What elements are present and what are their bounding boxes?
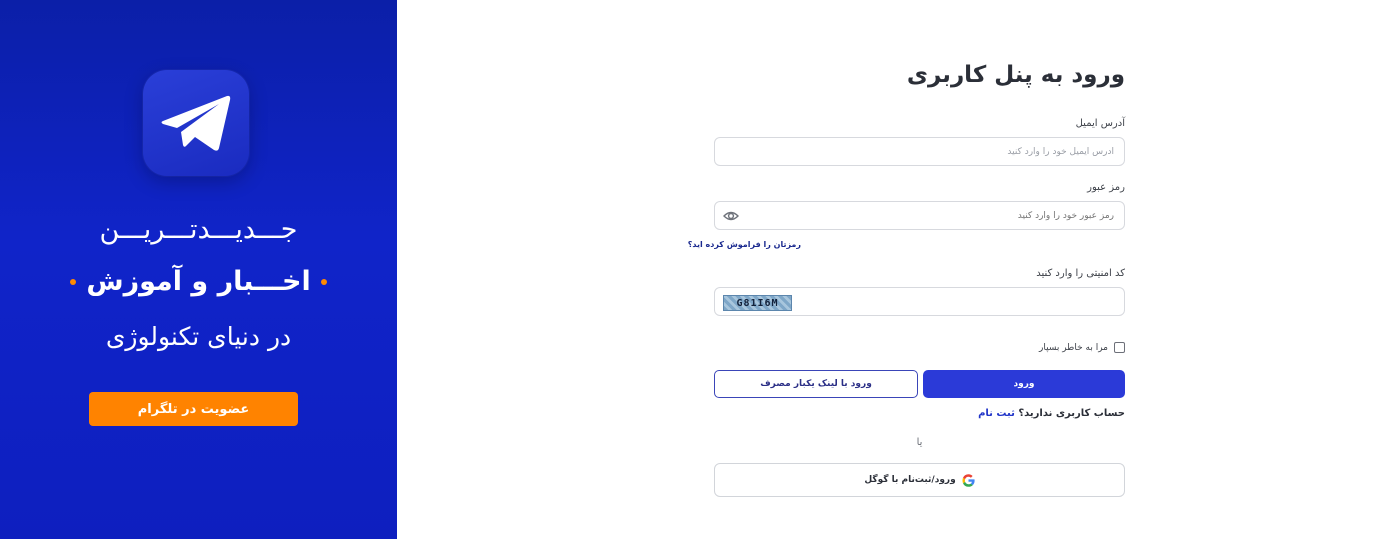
captcha-field-wrapper: G81I6M	[714, 287, 1125, 316]
join-telegram-button[interactable]: عضویت در تلگرام	[89, 392, 298, 426]
or-divider: یا	[916, 437, 923, 448]
google-button-label: ورود/ثبت‌نام با گوگل	[864, 475, 956, 485]
promo-headline-1: جـــدیـــدتـــریـــن	[99, 214, 298, 245]
google-icon	[962, 473, 975, 487]
magic-link-button[interactable]: ورود با لینک یکبار مصرف	[714, 370, 918, 398]
page-title: ورود به پنل کاربری	[906, 62, 1125, 88]
eye-icon[interactable]	[723, 209, 739, 223]
remember-me[interactable]: مرا به خاطر بسپار	[1039, 342, 1125, 353]
forgot-password-link[interactable]: رمزتان را فراموش کرده اید؟	[688, 240, 801, 249]
email-field[interactable]	[714, 137, 1125, 166]
bullet-dot-left	[70, 278, 77, 285]
remember-me-label: مرا به خاطر بسپار	[1039, 342, 1108, 353]
promo-headline-3: در دنیای تکنولوژی	[105, 322, 292, 351]
password-field-wrapper	[714, 201, 1125, 230]
captcha-label: کد امنیتی را وارد کنید	[1036, 268, 1125, 279]
email-label: آدرس ایمیل	[1075, 118, 1125, 129]
google-login-button[interactable]: ورود/ثبت‌نام با گوگل	[714, 463, 1125, 497]
password-field[interactable]	[715, 202, 1124, 229]
signup-prompt-text: حساب کاربری ندارید؟	[1018, 408, 1125, 419]
promo-panel: جـــدیـــدتـــریـــن اخـــبار و آموزش در…	[0, 0, 397, 539]
promo-headline-2: اخـــبار و آموزش	[0, 266, 397, 297]
telegram-logo-tile	[143, 70, 249, 176]
captcha-image: G81I6M	[723, 295, 792, 311]
signup-link[interactable]: ثبت نام	[978, 408, 1015, 419]
telegram-icon	[161, 95, 231, 151]
signup-prompt: حساب کاربری ندارید؟ ثبت نام	[978, 408, 1125, 419]
remember-me-checkbox[interactable]	[1114, 342, 1125, 353]
captcha-text: G81I6M	[736, 297, 779, 309]
promo-headline-2-text: اخـــبار و آموزش	[86, 266, 311, 297]
password-label: رمز عبور	[1087, 182, 1125, 193]
login-button[interactable]: ورود	[923, 370, 1125, 398]
bullet-dot-right	[320, 278, 327, 285]
